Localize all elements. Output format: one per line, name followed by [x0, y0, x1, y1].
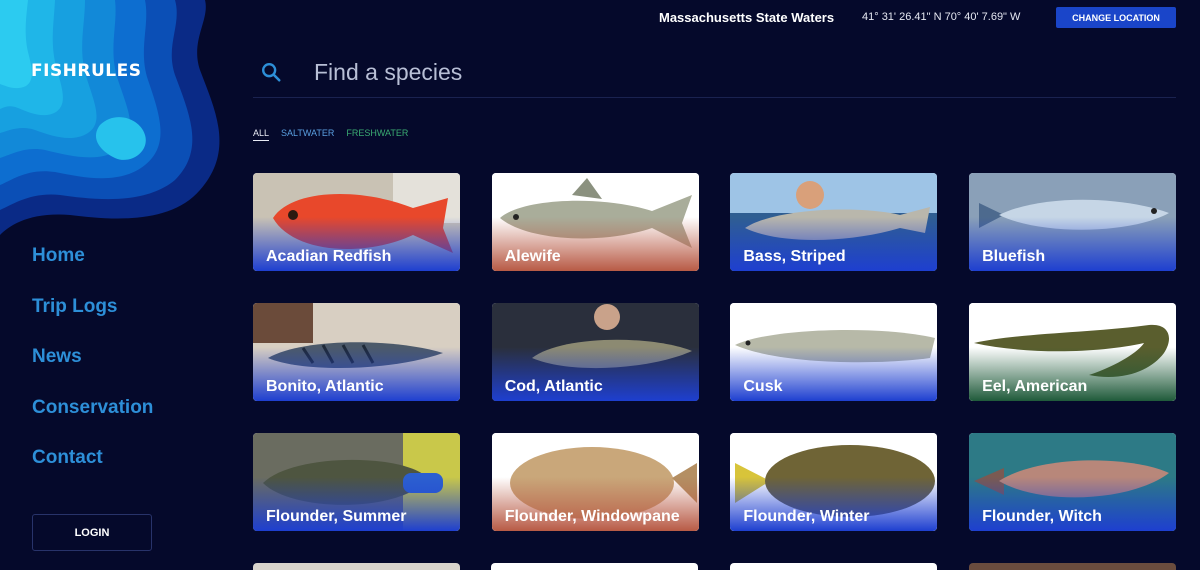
location-name: Massachusetts State Waters [659, 10, 835, 25]
species-card[interactable]: Bluefish [969, 173, 1177, 271]
nav-item-home[interactable]: Home [32, 243, 153, 294]
nav-item-contact[interactable]: Contact [32, 445, 153, 496]
species-name: Cusk [743, 378, 783, 395]
species-card[interactable]: Bonito, Atlantic [253, 303, 460, 401]
species-name: Acadian Redfish [266, 248, 392, 265]
species-name: Eel, American [982, 378, 1088, 395]
species-name: Cod, Atlantic [504, 378, 603, 395]
species-card[interactable]: Eel, American [969, 303, 1177, 401]
species-name: Flounder, Witch [982, 508, 1102, 525]
login-button[interactable]: LOGIN [32, 514, 152, 551]
species-card[interactable]: Cod, Atlantic [491, 303, 699, 401]
species-name: Flounder, Winter [743, 508, 870, 525]
species-card[interactable]: Flounder, Witch [969, 433, 1177, 531]
species-card[interactable]: Flounder, Windowpane [491, 433, 699, 531]
nav-item-news[interactable]: News [32, 344, 153, 395]
species-card[interactable]: Alewife [491, 173, 699, 271]
species-name: Bluefish [982, 248, 1046, 265]
species-card[interactable]: Flounder, Summer [253, 433, 460, 531]
species-card[interactable]: Flounder, Winter [730, 433, 938, 531]
nav-item-conservation[interactable]: Conservation [32, 395, 153, 446]
species-card-partial[interactable] [969, 563, 1176, 570]
topographic-map-decoration [0, 0, 220, 235]
species-grid: Acadian Redfish Alewife Bass, Striped Bl… [253, 173, 1177, 531]
filter-all[interactable]: ALL [253, 128, 270, 141]
species-card-partial[interactable] [730, 563, 937, 570]
search-underline [253, 97, 1176, 98]
species-card[interactable]: Acadian Redfish [253, 173, 460, 271]
fishrules-logo[interactable]: FISHRULES [31, 61, 142, 81]
main-nav: Home Trip Logs News Conservation Contact [32, 243, 153, 496]
species-search-input[interactable] [314, 52, 1174, 92]
species-name: Bass, Striped [743, 248, 846, 265]
species-card[interactable]: Cusk [730, 303, 938, 401]
change-location-button[interactable]: CHANGE LOCATION [1056, 7, 1176, 28]
species-card-partial[interactable] [491, 563, 698, 570]
species-name: Alewife [504, 248, 561, 265]
filter-saltwater[interactable]: SALTWATER [281, 128, 334, 141]
species-card-partial[interactable] [253, 563, 460, 570]
species-name: Bonito, Atlantic [266, 378, 384, 395]
filter-freshwater[interactable]: FRESHWATER [346, 128, 408, 141]
search-icon[interactable] [260, 61, 282, 83]
nav-item-trip-logs[interactable]: Trip Logs [32, 294, 153, 345]
sidebar: FISHRULES Home Trip Logs News Conservati… [0, 0, 225, 570]
species-name: Flounder, Windowpane [504, 508, 680, 525]
water-type-filters: ALL SALTWATER FRESHWATER [253, 128, 420, 141]
location-coordinates: 41° 31' 26.41" N 70° 40' 7.69" W [862, 11, 1021, 23]
species-name: Flounder, Summer [266, 508, 407, 525]
species-card[interactable]: Bass, Striped [730, 173, 938, 271]
